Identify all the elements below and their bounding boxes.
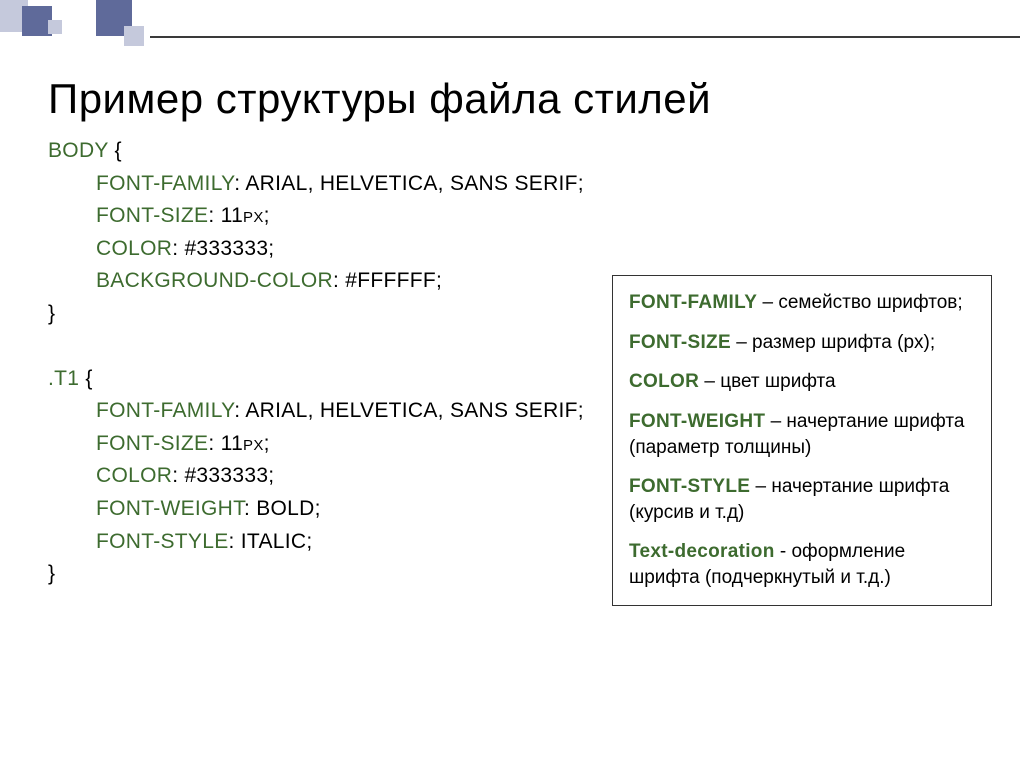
legend-item: Text-decoration - оформление шрифта (под… — [629, 539, 975, 590]
slide-decoration — [0, 0, 1024, 60]
page-title: Пример структуры файла стилей — [48, 75, 984, 123]
legend-item: Font-size – размер шрифта (px); — [629, 330, 975, 356]
legend-item: Font-weight – начертание шрифта (парамет… — [629, 409, 975, 460]
legend-item: Color – цвет шрифта — [629, 369, 975, 395]
selector-body: Body — [48, 139, 108, 162]
legend-item: Font-style – начертание шрифта (курсив и… — [629, 474, 975, 525]
selector-t1: .T1 — [48, 367, 79, 390]
legend-item: Font-family – семейство шрифтов; — [629, 290, 975, 316]
legend-box: Font-family – семейство шрифтов; Font-si… — [612, 275, 992, 606]
